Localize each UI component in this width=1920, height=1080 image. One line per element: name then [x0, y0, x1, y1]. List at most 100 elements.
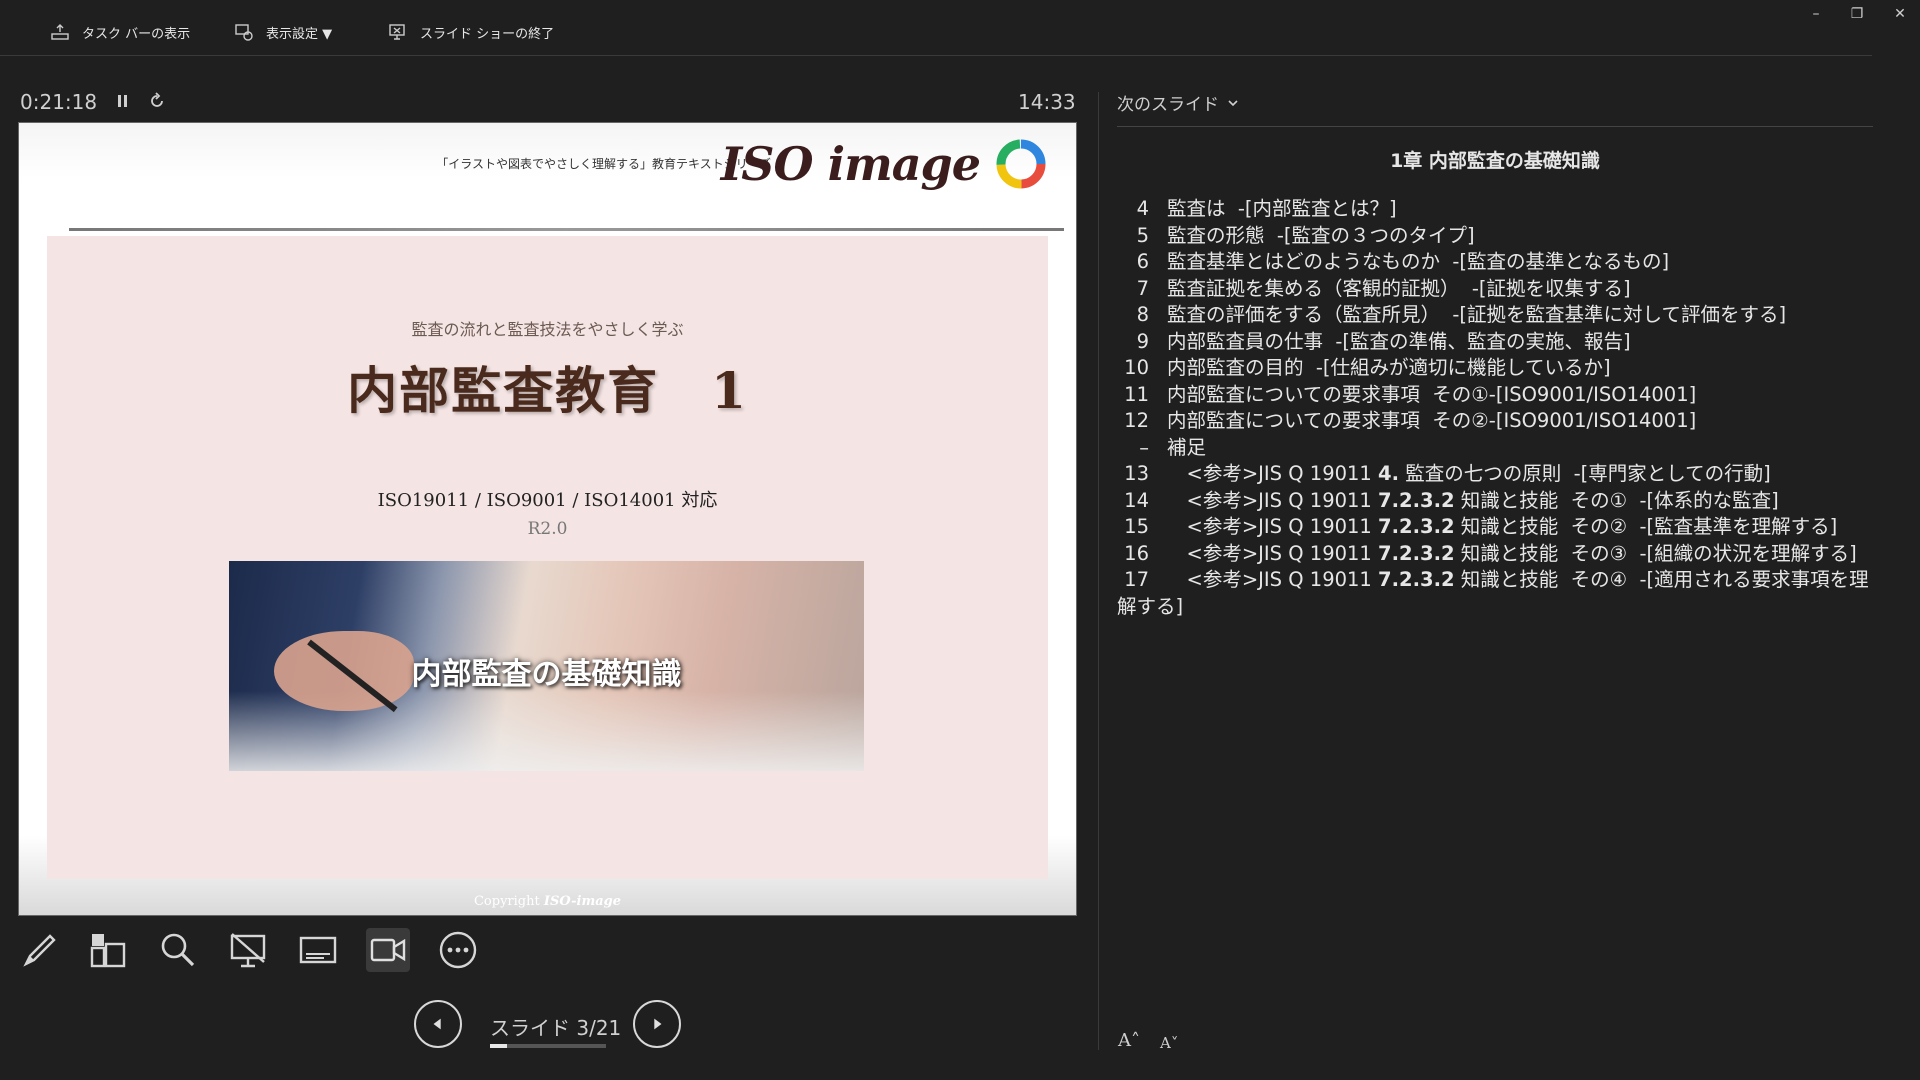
- notes-item-text: 監査は -[内部監査とは？]: [1167, 197, 1397, 220]
- show-taskbar-button[interactable]: タスク バーの表示: [50, 18, 190, 46]
- slide-progress-track: [490, 1044, 606, 1048]
- notes-item-number: 8: [1136, 303, 1149, 326]
- logo-ring-icon: [996, 139, 1046, 189]
- minimize-button[interactable]: –: [1802, 6, 1830, 26]
- current-time: 14:33: [1018, 90, 1076, 114]
- copyright-footer: Copyright ISO-image: [19, 894, 1076, 909]
- restore-button[interactable]: ❐: [1843, 6, 1871, 26]
- reset-timer-icon[interactable]: [148, 92, 166, 110]
- more-options-button[interactable]: [436, 928, 480, 972]
- notes-item: 8 監査の評価をする（監査所見） -[証拠を監査基準に対して評価をする]: [1117, 302, 1877, 329]
- notes-item: 17 <参考>JIS Q 19011 7.2.3.2 知識と技能 その④ -[適…: [1117, 567, 1877, 620]
- toolbar-divider: [0, 55, 1872, 56]
- end-slideshow-label: スライド ショーの終了: [420, 26, 555, 42]
- pen-tool-button[interactable]: [18, 928, 62, 972]
- notes-item-number: 13: [1124, 462, 1149, 485]
- notes-item-number: 5: [1136, 223, 1149, 247]
- notes-item-detail: 知識と技能 その② -[監査基準を理解する]: [1454, 515, 1838, 538]
- notes-item-text: 監査基準とはどのようなものか -[監査の基準となるもの]: [1167, 250, 1670, 273]
- notes-item-detail: 監査の七つの原則 -[専門家としての行動]: [1399, 462, 1771, 485]
- notes-item-number: 10: [1124, 356, 1149, 379]
- subtitles-icon: [299, 936, 337, 964]
- black-screen-button[interactable]: [226, 928, 270, 972]
- notes-item: 12 内部監査についての要求事項 その②-[ISO9001/ISO14001]: [1117, 408, 1877, 435]
- notes-item-detail: 知識と技能 その① -[体系的な監査]: [1454, 488, 1779, 512]
- notes-item-text: <参考>JIS Q 19011: [1167, 488, 1379, 512]
- next-slide-rule: [1117, 126, 1873, 127]
- current-slide[interactable]: 「イラストや図表でやさしく理解する」教育テキストシリーズ ISO image 監…: [19, 123, 1076, 915]
- see-all-slides-button[interactable]: [86, 928, 130, 972]
- video-camera-icon: [370, 938, 406, 962]
- notes-list[interactable]: 4 監査は -[内部監査とは？] 5 監査の形態 -[監査の３つのタイプ] 6 監査基準と…: [1117, 196, 1877, 620]
- slide-counter: スライド 3/21: [490, 1016, 622, 1040]
- slides-grid-icon: [90, 934, 126, 968]
- notes-item: 11 内部監査についての要求事項 その①-[ISO9001/ISO14001]: [1117, 382, 1877, 409]
- photo-caption: 内部監査の基礎知識: [411, 657, 682, 692]
- slide-subtitle: 監査の流れと監査技法をやさしく学ぶ: [411, 320, 684, 339]
- notes-item-number: 14: [1124, 488, 1149, 512]
- iso-image-logo: ISO image: [720, 137, 981, 191]
- next-slide-label: 次のスライド: [1117, 95, 1219, 115]
- slide-photo: 内部監査の基礎知識: [229, 561, 864, 771]
- notes-item-text: 監査証拠を集める（客観的証拠） -[証拠を収集する]: [1167, 276, 1631, 300]
- notes-item-text: <参考>JIS Q 19011: [1167, 568, 1379, 591]
- slide-content-area: 監査の流れと監査技法をやさしく学ぶ 内部監査教育 1 ISO19011 / IS…: [47, 236, 1048, 879]
- triangle-right-icon: [654, 1018, 662, 1030]
- notes-item: 10 内部監査の目的 -[仕組みが適切に機能しているか]: [1117, 355, 1877, 382]
- previous-slide-button[interactable]: [414, 1000, 462, 1048]
- chapter-title: 1章 内部監査の基礎知識: [1390, 150, 1600, 172]
- notes-item-text: 内部監査の目的 -[仕組みが適切に機能しているか]: [1167, 356, 1611, 379]
- end-slideshow-button[interactable]: スライド ショーの終了: [388, 18, 554, 46]
- notes-item-number: 17: [1124, 568, 1149, 591]
- notes-item: 4 監査は -[内部監査とは？]: [1117, 196, 1877, 223]
- notes-item-text: 監査の評価をする（監査所見） -[証拠を監査基準に対して評価をする]: [1167, 303, 1787, 326]
- display-settings-icon: [235, 24, 253, 41]
- notes-item: 15 <参考>JIS Q 19011 7.2.3.2 知識と技能 その② -[監…: [1117, 514, 1877, 541]
- next-slide-button[interactable]: [633, 1000, 681, 1048]
- notes-item-number: –: [1139, 435, 1149, 459]
- notes-item-number: 15: [1124, 515, 1149, 538]
- notes-item-clause: 4.: [1378, 462, 1400, 485]
- notes-item-number: 16: [1124, 541, 1149, 565]
- copyright-logo: ISO-image: [543, 894, 622, 909]
- show-taskbar-label: タスク バーの表示: [82, 26, 191, 42]
- decrease-font-button[interactable]: A˅: [1160, 1034, 1178, 1052]
- end-show-icon: [389, 24, 405, 40]
- notes-item-text: <参考>JIS Q 19011: [1167, 462, 1379, 485]
- screen-off-icon: [230, 933, 266, 968]
- magnifier-icon: [161, 933, 195, 967]
- notes-item: 6 監査基準とはどのようなものか -[監査の基準となるもの]: [1117, 249, 1877, 276]
- notes-item-text: 内部監査についての要求事項 その①-[ISO9001/ISO14001]: [1167, 382, 1697, 406]
- pause-icon[interactable]: [114, 92, 132, 110]
- presenter-toolbar: タスク バーの表示 表示設定 ▼ スライド ショーの終了 – ❐ ✕: [0, 0, 1920, 56]
- notes-item-detail: 知識と技能 その③ -[組織の状況を理解する]: [1454, 541, 1857, 565]
- close-button[interactable]: ✕: [1886, 6, 1914, 26]
- standards-text: ISO19011 / ISO9001 / ISO14001 対応: [377, 490, 718, 511]
- display-settings-button[interactable]: 表示設定 ▼: [234, 18, 332, 46]
- notes-item-text: <参考>JIS Q 19011: [1167, 541, 1379, 565]
- zoom-button[interactable]: [156, 928, 200, 972]
- notes-item-number: 6: [1136, 250, 1149, 273]
- more-icon: [439, 931, 477, 969]
- notes-item: 7 監査証拠を集める（客観的証拠） -[証拠を収集する]: [1117, 276, 1877, 303]
- notes-item: 16 <参考>JIS Q 19011 7.2.3.2 知識と技能 その③ -[組…: [1117, 541, 1877, 568]
- taskbar-icon: [51, 24, 69, 40]
- camera-button[interactable]: [366, 928, 410, 972]
- notes-item-text: 補足: [1167, 435, 1207, 459]
- subtitles-button[interactable]: [296, 928, 340, 972]
- notes-item-number: 7: [1136, 276, 1149, 300]
- notes-item-number: 11: [1124, 382, 1149, 406]
- notes-item-text: 内部監査員の仕事 -[監査の準備、監査の実施、報告]: [1167, 329, 1631, 353]
- slide-title: 内部監査教育 1: [347, 361, 748, 420]
- notes-item-text: 監査の形態 -[監査の３つのタイプ]: [1167, 223, 1475, 247]
- next-slide-dropdown[interactable]: 次のスライド: [1117, 90, 1239, 115]
- increase-font-button[interactable]: A˄: [1118, 1030, 1140, 1051]
- notes-item: 9 内部監査員の仕事 -[監査の準備、監査の実施、報告]: [1117, 329, 1877, 356]
- header-rule: [69, 228, 1064, 231]
- elapsed-timer: 0:21:18: [20, 90, 98, 114]
- notes-item-number: 4: [1136, 197, 1149, 220]
- triangle-left-icon: [433, 1018, 441, 1030]
- pane-splitter[interactable]: [1098, 92, 1099, 1050]
- notes-item-clause: 7.2.3.2: [1378, 488, 1455, 512]
- notes-item-number: 12: [1124, 409, 1149, 432]
